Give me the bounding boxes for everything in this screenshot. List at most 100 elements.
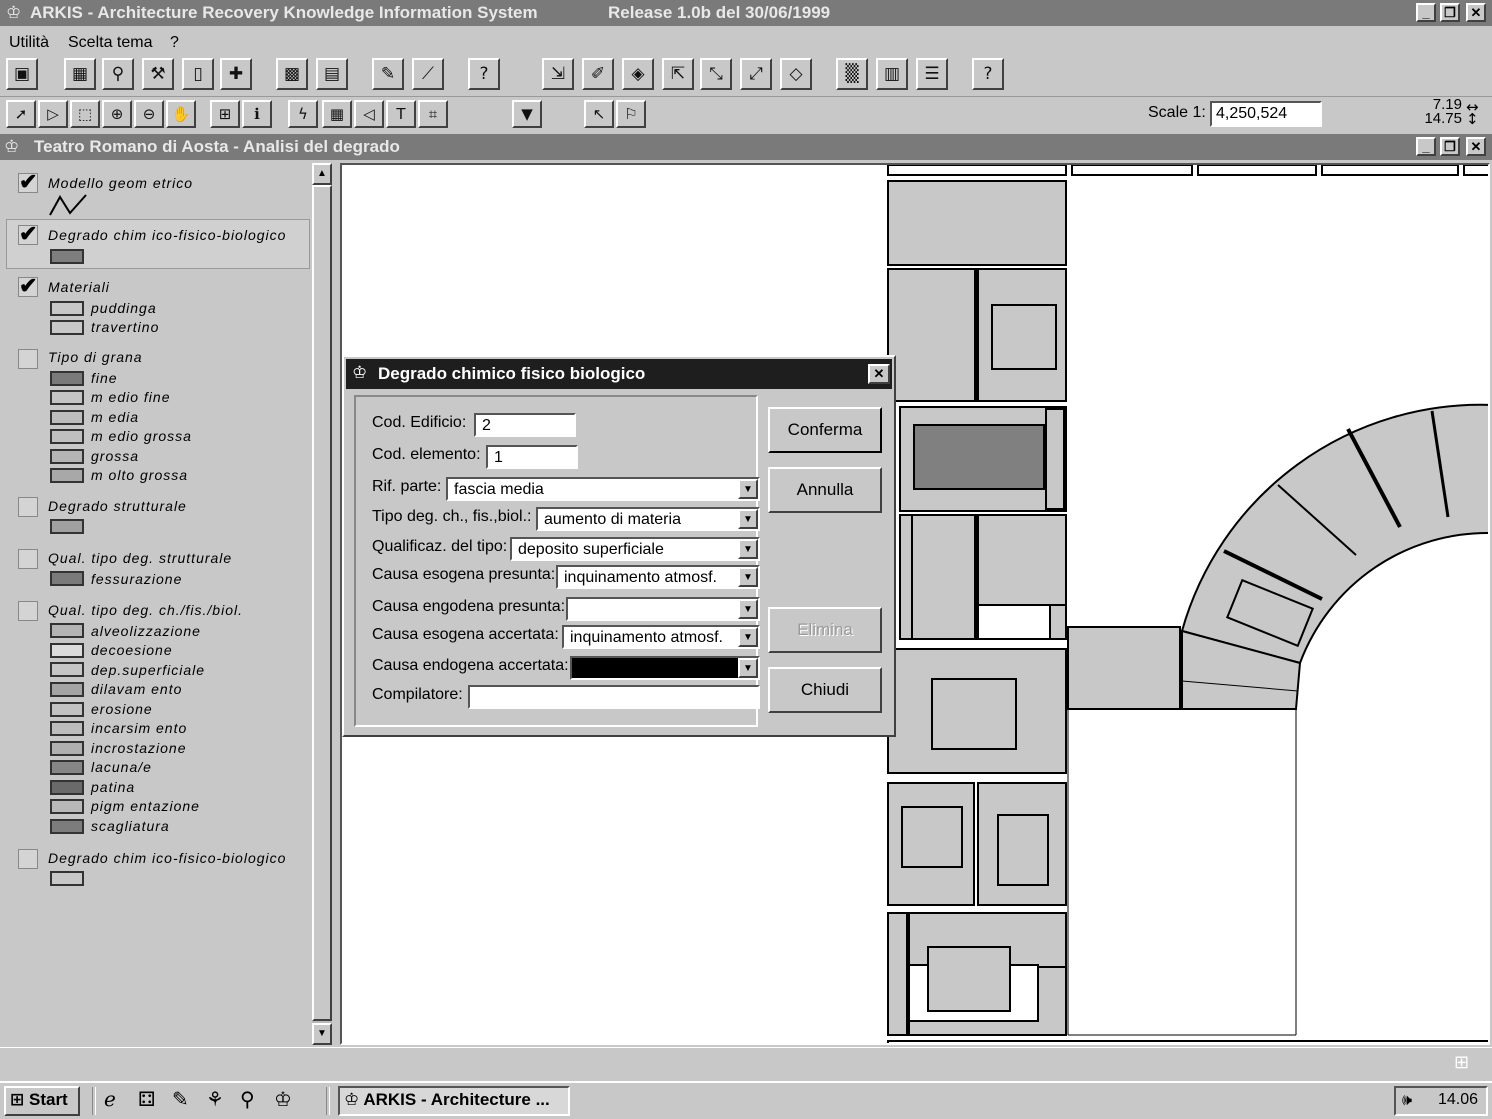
legend-scrollbar[interactable]: ▲ ▼ bbox=[312, 163, 332, 1045]
info-icon[interactable]: ℹ bbox=[242, 100, 272, 128]
confirm-button[interactable]: Conferma bbox=[768, 407, 882, 453]
erase-icon[interactable]: ◈ bbox=[622, 58, 654, 90]
layer-checkbox[interactable]: ✔ bbox=[18, 275, 38, 297]
vertex-pointer-icon[interactable]: ▷ bbox=[38, 100, 68, 128]
select-grid-icon[interactable]: ▤ bbox=[316, 58, 348, 90]
layer-checkbox[interactable] bbox=[18, 549, 38, 569]
layer-checkbox[interactable] bbox=[18, 349, 38, 369]
select-box-icon[interactable]: ⬚ bbox=[70, 100, 100, 128]
help-tip-icon[interactable]: ? bbox=[468, 58, 500, 90]
dialog-close-icon[interactable]: ✕ bbox=[868, 364, 890, 384]
doc-minimize-button[interactable]: _ bbox=[1416, 137, 1436, 156]
binoculars-icon[interactable]: ⚲ bbox=[102, 58, 134, 90]
dropdown-tool-icon[interactable]: ▼ bbox=[512, 100, 542, 128]
chart-icon[interactable]: ▥ bbox=[876, 58, 908, 90]
layer-title[interactable]: Qual. tipo deg. ch./fis./biol. bbox=[48, 602, 243, 618]
chevron-down-icon[interactable]: ▼ bbox=[738, 479, 758, 499]
layer-checkbox[interactable] bbox=[18, 497, 38, 517]
menu-scelta-tema[interactable]: Scelta tema bbox=[68, 34, 152, 52]
tool-icon[interactable]: ⚘ bbox=[206, 1087, 224, 1111]
pattern-icon[interactable]: ▒ bbox=[836, 58, 868, 90]
causa-endo-pres-select[interactable]: ▼ bbox=[566, 597, 760, 621]
doc-close-button[interactable]: ✕ bbox=[1466, 137, 1486, 156]
hammer-icon[interactable]: ⚒ bbox=[142, 58, 174, 90]
shrink-icon[interactable]: ⤡ bbox=[700, 58, 732, 90]
cod-edificio-input[interactable]: 2 bbox=[474, 413, 576, 437]
edit-form-icon[interactable]: ✎ bbox=[372, 58, 404, 90]
chevron-down-icon[interactable]: ▼ bbox=[738, 627, 758, 647]
export-icon[interactable]: ⇱ bbox=[662, 58, 694, 90]
menu-utilita[interactable]: Utilità bbox=[9, 34, 49, 52]
scroll-down-icon[interactable]: ▼ bbox=[312, 1023, 332, 1045]
minimize-button[interactable]: _ bbox=[1416, 3, 1436, 22]
close-dialog-button[interactable]: Chiudi bbox=[768, 667, 882, 713]
qualificaz-select[interactable]: deposito superficiale ▼ bbox=[510, 537, 760, 561]
pin-tool-icon[interactable]: ⚐ bbox=[616, 100, 646, 128]
chevron-down-icon[interactable]: ▼ bbox=[738, 567, 758, 587]
layer-title[interactable]: Degrado chim ico-fisico-biologico bbox=[48, 850, 286, 866]
layer-checkbox[interactable]: ✔ bbox=[18, 223, 38, 245]
layer-title[interactable]: Degrado strutturale bbox=[48, 498, 187, 514]
back-icon[interactable]: ◇ bbox=[780, 58, 812, 90]
add-icon[interactable]: ✚ bbox=[220, 58, 252, 90]
cod-elemento-input[interactable]: 1 bbox=[486, 445, 578, 469]
cancel-button[interactable]: Annulla bbox=[768, 467, 882, 513]
causa-endo-acc-select[interactable]: ▼ bbox=[570, 656, 760, 680]
import-icon[interactable]: ⇲ bbox=[542, 58, 574, 90]
filter-icon[interactable]: ☰ bbox=[916, 58, 948, 90]
expand-icon[interactable]: ⤢ bbox=[740, 58, 772, 90]
speaker-icon[interactable]: 🕪 bbox=[1402, 1088, 1412, 1112]
scroll-up-icon[interactable]: ▲ bbox=[312, 163, 332, 185]
layer-title[interactable]: Qual. tipo deg. strutturale bbox=[48, 550, 232, 566]
chevron-down-icon[interactable]: ▼ bbox=[738, 509, 758, 529]
select-feature-icon[interactable]: ▦ bbox=[322, 100, 352, 128]
layer-checkbox[interactable] bbox=[18, 849, 38, 869]
edit-icon[interactable]: ✐ bbox=[582, 58, 614, 90]
layer-title[interactable]: Modello geom etrico bbox=[48, 175, 193, 191]
causa-eso-pres-select[interactable]: inquinamento atmosf. ▼ bbox=[556, 565, 760, 589]
restore-button[interactable]: ❐ bbox=[1440, 3, 1460, 22]
measure-icon[interactable]: ⌗ bbox=[418, 100, 448, 128]
zoom-in-icon[interactable]: ⊕ bbox=[102, 100, 132, 128]
doc-restore-button[interactable]: ❐ bbox=[1440, 137, 1460, 156]
compilatore-input[interactable] bbox=[468, 685, 760, 709]
hotlink-icon[interactable]: ϟ bbox=[288, 100, 318, 128]
arkis-quick-icon[interactable]: ♔ bbox=[274, 1087, 292, 1111]
pointer-icon[interactable]: ➚ bbox=[6, 100, 36, 128]
search-icon[interactable]: ⚲ bbox=[240, 1087, 255, 1111]
desktop-icon[interactable]: ⚃ bbox=[138, 1087, 155, 1111]
label-icon[interactable]: ◁ bbox=[354, 100, 384, 128]
menu-help[interactable]: ? bbox=[170, 34, 179, 52]
layer-title[interactable]: Tipo di grana bbox=[48, 349, 143, 365]
zoom-out-icon[interactable]: ⊖ bbox=[134, 100, 164, 128]
page-icon[interactable]: ▯ bbox=[182, 58, 214, 90]
editor-icon[interactable]: ✎ bbox=[172, 1087, 189, 1111]
delete-button[interactable]: Elimina bbox=[768, 607, 882, 653]
start-button[interactable]: ⊞ Start bbox=[4, 1086, 80, 1116]
taskbar-task-arkis[interactable]: ♔ ARKIS - Architecture ... bbox=[338, 1086, 570, 1116]
layer-title[interactable]: Degrado chim ico-fisico-biologico bbox=[48, 227, 286, 243]
chevron-down-icon[interactable]: ▼ bbox=[738, 539, 758, 559]
resize-grip-icon[interactable]: ⊞ bbox=[1454, 1054, 1476, 1074]
pan-hand-icon[interactable]: ✋ bbox=[166, 100, 196, 128]
browser-icon[interactable]: ℯ bbox=[104, 1087, 116, 1111]
save-icon[interactable]: ▣ bbox=[6, 58, 38, 90]
scroll-thumb[interactable] bbox=[312, 185, 332, 1021]
rif-parte-select[interactable]: fascia media ▼ bbox=[446, 477, 760, 501]
grid-icon[interactable]: ▩ bbox=[276, 58, 308, 90]
cursor-tool-icon[interactable]: ↖ bbox=[584, 100, 614, 128]
layer-checkbox[interactable] bbox=[18, 601, 38, 621]
draw-line-icon[interactable]: ⟋ bbox=[412, 58, 444, 90]
scale-input[interactable]: 4,250,524 bbox=[1210, 101, 1322, 127]
text-icon[interactable]: T bbox=[386, 100, 416, 128]
context-help-icon[interactable]: ? bbox=[972, 58, 1004, 90]
close-button[interactable]: ✕ bbox=[1466, 3, 1486, 22]
causa-eso-acc-select[interactable]: inquinamento atmosf. ▼ bbox=[562, 625, 760, 649]
layer-title[interactable]: Materiali bbox=[48, 279, 110, 295]
chevron-down-icon[interactable]: ▼ bbox=[738, 658, 758, 678]
tipo-deg-select[interactable]: aumento di materia ▼ bbox=[536, 507, 760, 531]
layer-checkbox[interactable]: ✔ bbox=[18, 171, 38, 193]
chevron-down-icon[interactable]: ▼ bbox=[738, 599, 758, 619]
table-icon[interactable]: ▦ bbox=[64, 58, 96, 90]
full-extent-icon[interactable]: ⊞ bbox=[210, 100, 240, 128]
